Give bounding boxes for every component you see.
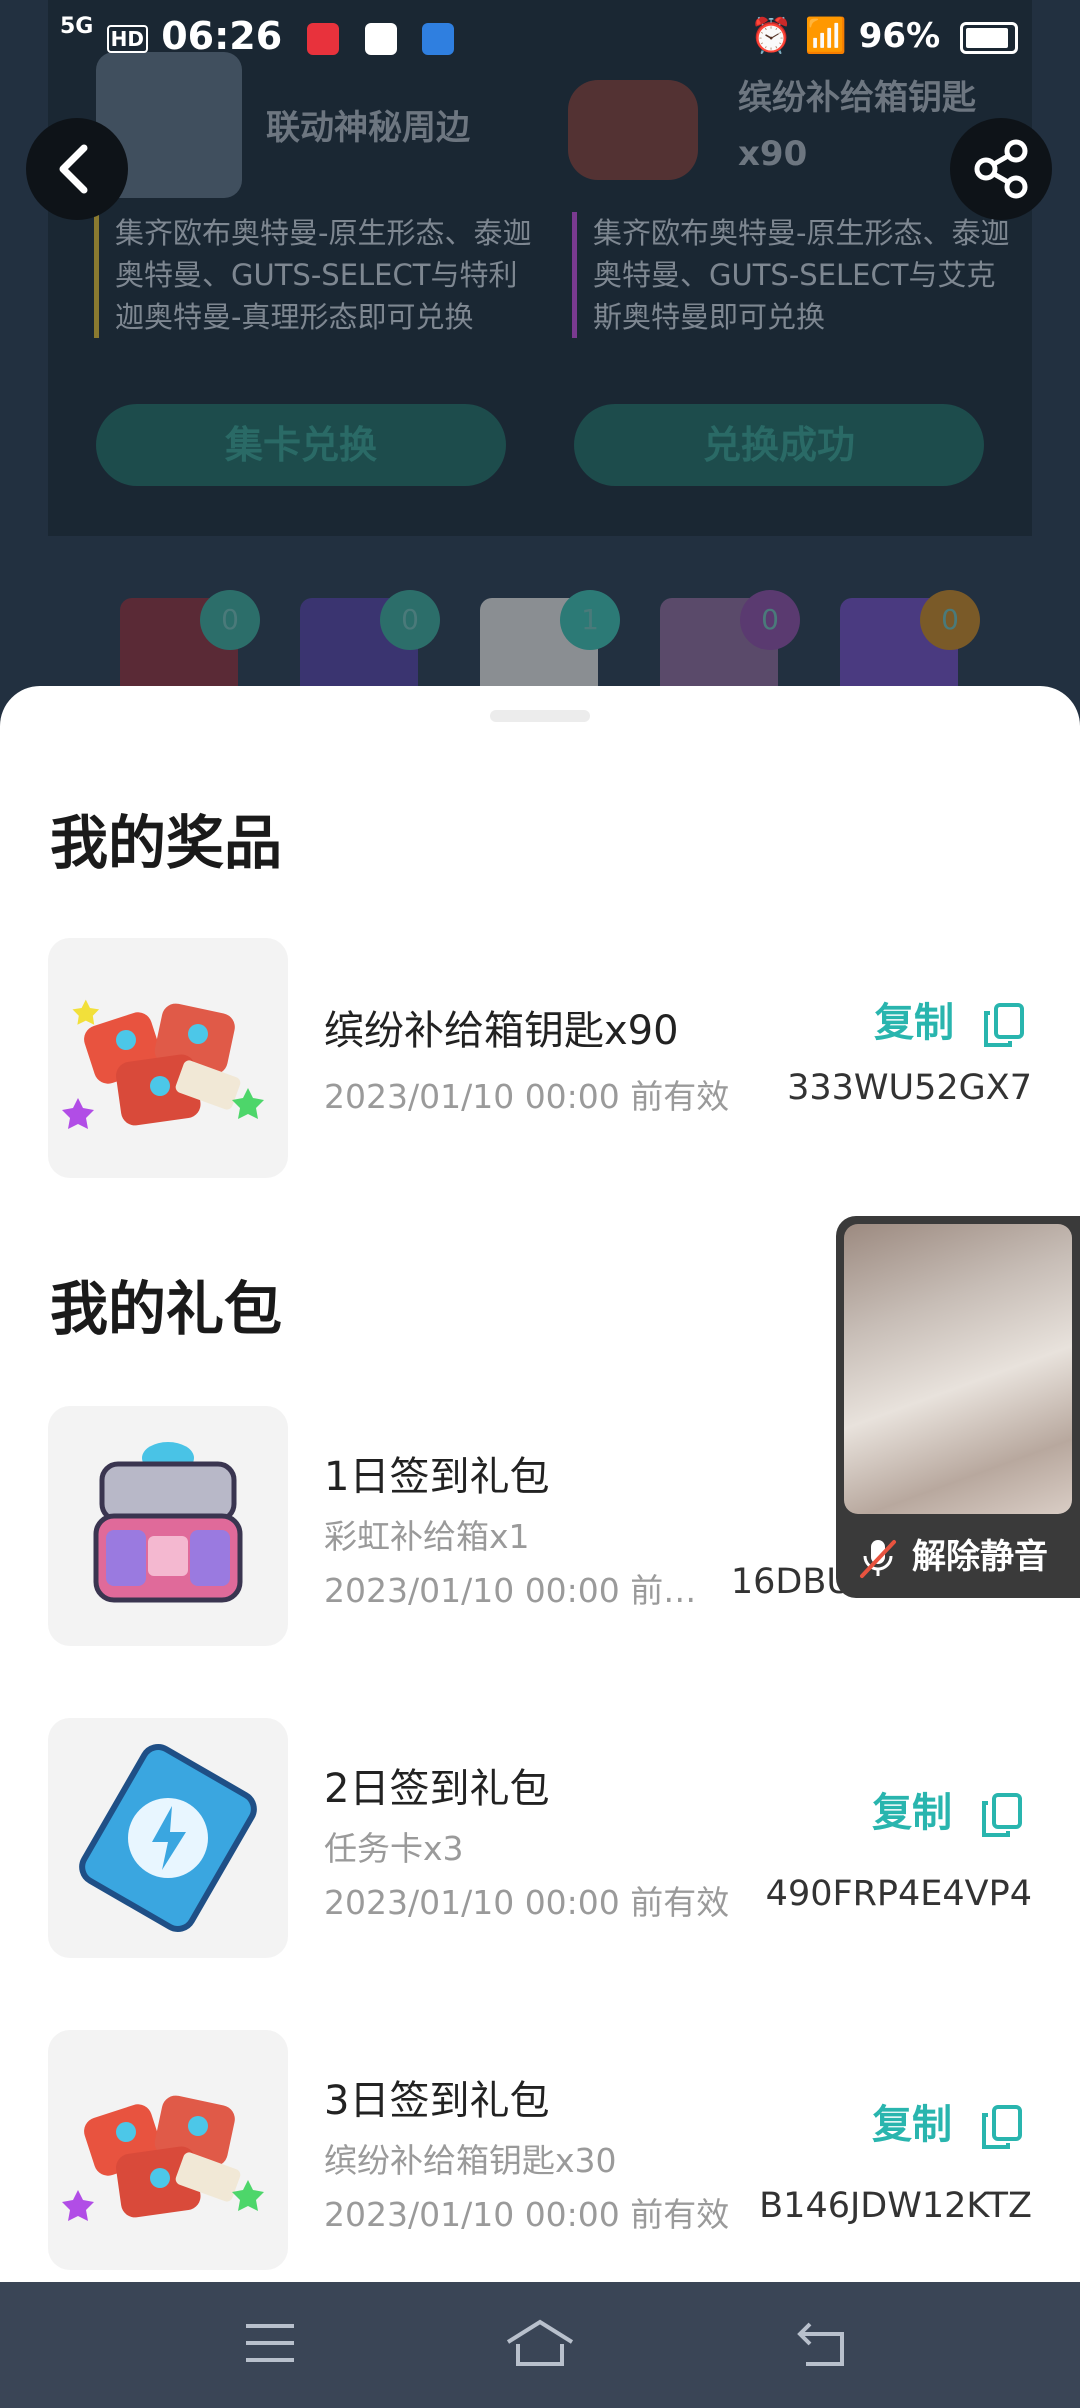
rainbow-chest-icon [48,1406,288,1646]
battery-icon [960,21,1018,54]
battery-level: 96% [858,16,941,56]
supply-keys-icon [568,80,698,180]
floating-video-window[interactable]: 解除静音 [836,1216,1080,1598]
prize-item: 缤纷补给箱钥匙x90 2023/01/10 00:00 前有效 复制 333WU… [48,938,1032,1178]
copy-icon [984,1003,1024,1047]
keys-illustration [62,2095,264,2221]
gift-item: 2日签到礼包 任务卡x3 2023/01/10 00:00 前有效 复制 490… [48,1718,1032,1958]
redeem-code[interactable]: 16DBU [731,1562,852,1602]
task-card-illustration [79,1744,257,1932]
drag-handle[interactable] [490,710,590,722]
task-card-icon [48,1718,288,1958]
count-badge: 0 [380,590,440,650]
card-desc: 集齐欧布奥特曼-原生形态、泰迦奥特曼、GUTS-SELECT与特利迦奥特曼-真理… [94,212,535,338]
back-button[interactable] [26,118,128,220]
hd-label: HD [106,24,148,53]
count-badge: 0 [200,590,260,650]
share-icon [974,139,1028,199]
copy-label: 复制 [874,1000,955,1046]
redeem-code[interactable]: 333WU52GX7 [787,1068,1032,1108]
wifi-icon: 📶 [804,16,847,56]
alarm-icon: ⏰ [750,16,793,56]
app-notification-icon [307,22,340,55]
share-button[interactable] [950,118,1052,220]
copy-icon [982,2105,1022,2149]
clock: 06:26 [161,14,283,58]
back-nav-icon[interactable] [794,2318,850,2368]
gift-name: 1日签到礼包 [324,1454,550,1500]
prizes-title: 我的奖品 [50,809,283,877]
video-preview[interactable] [844,1224,1072,1514]
status-bar: 5G HD 06:26 ⏰ 📶 96% [0,0,1080,80]
status-right: ⏰ 📶 96% [750,16,1018,56]
copy-button[interactable]: 复制 [872,1780,1024,1839]
card-desc: 集齐欧布奥特曼-原生形态、泰迦奥特曼、GUTS-SELECT与艾克斯奥特曼即可兑… [572,212,1013,338]
prize-expiry: 2023/01/10 00:00 前有效 [324,1077,730,1116]
copy-icon [982,1793,1022,1837]
prize-name: 缤纷补给箱钥匙x90 [324,1008,679,1054]
count-badge: 0 [740,590,800,650]
count-badge: 0 [920,590,980,650]
gift-content: 任务卡x3 [324,1829,464,1868]
status-left: 5G HD 06:26 [60,14,454,58]
redeem-code[interactable]: 490FRP4E4VP4 [766,1874,1032,1914]
gift-item: 3日签到礼包 缤纷补给箱钥匙x30 2023/01/10 00:00 前有效 复… [48,2030,1032,2270]
gift-expiry: 2023/01/10 00:00 前… [324,1571,697,1610]
card-title: 缤纷补给箱钥匙x90 [738,78,976,174]
menu-icon[interactable] [242,2318,298,2368]
exchange-card: 缤纷补给箱钥匙x90 集齐欧布奥特曼-原生形态、泰迦奥特曼、GUTS-SELEC… [548,40,1009,500]
gifts-title: 我的礼包 [50,1275,283,1343]
copy-label: 复制 [872,1790,953,1836]
unmute-label: 解除静音 [912,1537,1048,1577]
collect-exchange-button[interactable]: 集卡兑换 [96,404,506,486]
copy-button[interactable]: 复制 [872,2092,1024,2151]
gift-expiry: 2023/01/10 00:00 前有效 [324,2195,730,2234]
redeem-code[interactable]: B146JDW12KTZ [759,2186,1032,2226]
card-title: 联动神秘周边 [266,108,470,148]
send-notification-icon [364,22,397,55]
gift-content: 彩虹补给箱x1 [324,1517,530,1556]
muted-mic-icon [860,1540,896,1578]
copy-label: 复制 [872,2102,953,2148]
count-badge: 1 [560,590,620,650]
exchange-success-button[interactable]: 兑换成功 [574,404,984,486]
home-icon[interactable] [504,2318,576,2368]
chevron-left-icon [59,144,88,194]
background-page: 联动神秘周边 集齐欧布奥特曼-原生形态、泰迦奥特曼、GUTS-SELECT与特利… [0,0,1080,738]
gift-expiry: 2023/01/10 00:00 前有效 [324,1883,730,1922]
tv-notification-icon [421,22,454,55]
network-label: 5G [60,14,94,39]
gift-name: 2日签到礼包 [324,1766,550,1812]
supply-keys-icon [48,938,288,1178]
gift-name: 3日签到礼包 [324,2078,550,2124]
keys-illustration [62,999,264,1129]
copy-button[interactable]: 复制 [874,990,1026,1049]
unmute-button[interactable]: 解除静音 [836,1522,1080,1592]
chest-illustration [93,1442,243,1603]
supply-keys-icon [48,2030,288,2270]
gift-content: 缤纷补给箱钥匙x30 [324,2141,617,2180]
exchange-card: 联动神秘周边 集齐欧布奥特曼-原生形态、泰迦奥特曼、GUTS-SELECT与特利… [70,40,531,500]
navigation-bar [0,2282,1080,2408]
